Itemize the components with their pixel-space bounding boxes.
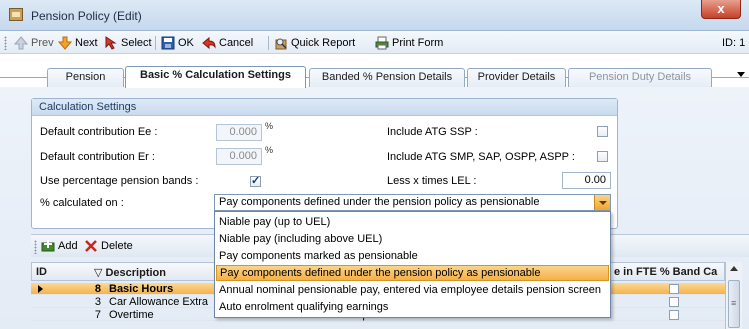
cancel-button[interactable]: Cancel	[202, 35, 253, 51]
delete-button[interactable]: Delete	[84, 238, 133, 254]
add-label: Add	[58, 240, 78, 253]
row-description: Basic Hours	[109, 283, 174, 295]
prev-label: Prev	[31, 37, 54, 50]
row-id: 3	[94, 296, 101, 308]
dropdown-option-selected[interactable]: Pay components defined under the pension…	[216, 265, 609, 281]
calculated-on-combo[interactable]: Pay components defined under the pension…	[214, 194, 611, 211]
ee-contribution-input[interactable]: 0.000	[216, 124, 262, 141]
up-arrow-icon	[14, 36, 28, 50]
tab-banded-pension-details[interactable]: Banded % Pension Details	[309, 68, 465, 87]
ssp-checkbox[interactable]	[597, 126, 608, 137]
lel-input[interactable]: 0.00	[562, 172, 611, 189]
window-title: Pension Policy (Edit)	[31, 9, 142, 23]
calculated-on-label: % calculated on :	[40, 197, 124, 209]
row-indicator-icon	[38, 285, 43, 293]
dropdown-option[interactable]: Pay components marked as pensionable	[216, 248, 609, 264]
print-form-button[interactable]: Print Form	[375, 35, 443, 51]
ok-button[interactable]: OK	[161, 35, 194, 51]
dropdown-option[interactable]: Auto enrolment qualifying earnings	[216, 299, 609, 315]
tab-overflow-arrow-icon[interactable]	[737, 72, 745, 77]
grid-scrollbar[interactable]	[725, 262, 742, 329]
tab-provider-details[interactable]: Provider Details	[467, 68, 566, 87]
column-description-label: Description	[105, 267, 166, 279]
scroll-up-icon[interactable]	[730, 266, 738, 271]
add-button[interactable]: Add	[41, 238, 78, 254]
column-description[interactable]: ▽ Description	[94, 266, 166, 279]
toolbar-grip[interactable]	[4, 36, 7, 50]
quick-report-label: Quick Report	[291, 37, 356, 50]
smp-checkbox[interactable]	[597, 151, 608, 162]
row-id: 7	[94, 309, 101, 321]
row-id: 8	[94, 283, 101, 295]
close-button[interactable]: x	[701, 0, 741, 19]
dropdown-option[interactable]: Annual nominal pensionable pay, entered …	[216, 282, 609, 298]
record-id: ID: 1	[722, 37, 746, 49]
back-arrow-icon	[202, 37, 216, 50]
bands-label: Use percentage pension bands :	[40, 175, 199, 187]
row-checkbox[interactable]	[669, 297, 679, 307]
ee-percent-symbol: %	[265, 121, 274, 131]
toolbar: Prev Next Select OK Cancel Quick Report …	[0, 31, 749, 54]
delete-label: Delete	[101, 240, 133, 253]
print-icon	[375, 36, 389, 50]
toolbar-separator	[155, 36, 156, 50]
row-description: Overtime	[109, 309, 154, 321]
group-title: Calculation Settings	[32, 99, 617, 116]
row-description: Car Allowance Extra	[109, 296, 209, 308]
ok-label: OK	[178, 37, 194, 50]
tab-basic-calculation-settings[interactable]: Basic % Calculation Settings	[125, 66, 306, 88]
quick-report-button[interactable]: Quick Report	[274, 35, 355, 51]
filter-icon[interactable]: ▽	[94, 267, 102, 279]
smp-label: Include ATG SMP, SAP, OSPP, ASPP :	[387, 151, 575, 163]
delete-icon	[85, 240, 97, 252]
combo-value: Pay components defined under the pension…	[219, 196, 540, 208]
app-icon	[9, 8, 23, 21]
down-arrow-icon	[58, 36, 72, 50]
title-bar: Pension Policy (Edit) x	[0, 0, 749, 31]
lel-label: Less x times LEL :	[387, 175, 477, 187]
scroll-thumb[interactable]	[728, 280, 740, 328]
toolbar-separator	[268, 36, 269, 50]
select-pointer-icon	[105, 36, 117, 50]
bands-checkbox[interactable]	[250, 174, 261, 187]
grid-toolbar-grip[interactable]	[34, 240, 37, 254]
prev-button[interactable]: Prev	[14, 35, 54, 51]
select-button[interactable]: Select	[104, 35, 152, 51]
add-icon	[41, 240, 55, 252]
er-label: Default contribution Er :	[40, 151, 155, 163]
chevron-down-icon[interactable]	[594, 195, 610, 210]
dropdown-option[interactable]: Niable pay (including above UEL)	[216, 231, 609, 247]
select-label: Select	[121, 37, 152, 50]
ssp-label: Include ATG SSP :	[387, 126, 478, 138]
ee-label: Default contribution Ee :	[40, 126, 158, 138]
er-percent-symbol: %	[265, 145, 274, 155]
tab-pension-duty-details[interactable]: Pension Duty Details	[568, 68, 712, 87]
cancel-label: Cancel	[219, 37, 254, 50]
report-icon	[275, 38, 287, 50]
print-form-label: Print Form	[392, 37, 444, 50]
calculated-on-dropdown-list: Niable pay (up to UEL) Niable pay (inclu…	[214, 211, 611, 318]
er-contribution-input[interactable]: 0.000	[216, 148, 262, 165]
column-id[interactable]: ID	[36, 266, 47, 278]
row-checkbox[interactable]	[669, 284, 679, 294]
next-button[interactable]: Next	[58, 35, 98, 51]
row-checkbox[interactable]	[669, 310, 679, 320]
save-icon	[161, 36, 175, 50]
tab-pension-details[interactable]: Pension Details	[47, 68, 124, 100]
column-tail-headers[interactable]: e in FTE % Band Ca	[614, 266, 717, 278]
next-label: Next	[75, 37, 98, 50]
dropdown-option[interactable]: Niable pay (up to UEL)	[216, 214, 609, 230]
